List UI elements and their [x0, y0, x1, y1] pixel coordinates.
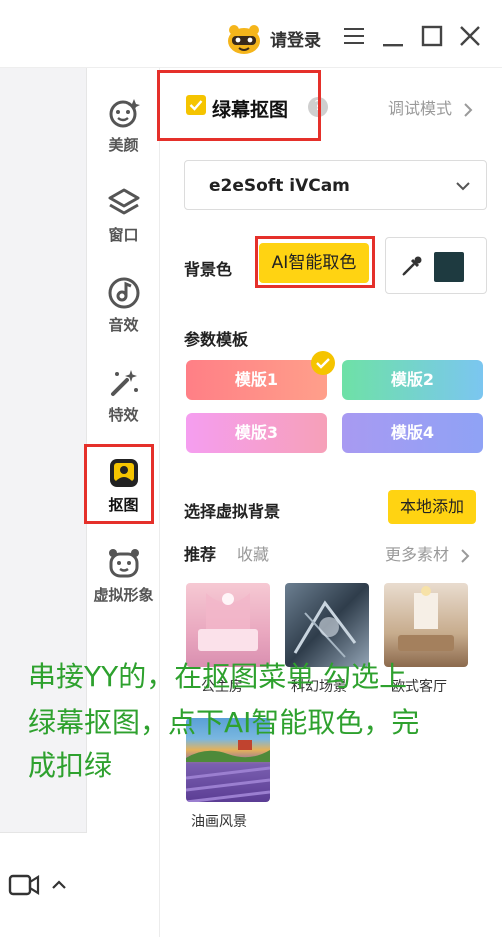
- chevron-right-icon: [464, 102, 473, 117]
- nav-label: 窗口: [108, 226, 139, 244]
- magic-wand-icon: [110, 370, 138, 396]
- template-3-button[interactable]: 模版3: [186, 413, 327, 453]
- tab-recommended[interactable]: 推荐: [184, 541, 216, 565]
- close-icon[interactable]: [456, 22, 484, 50]
- template-1-button[interactable]: 模版1: [186, 360, 327, 400]
- video-camera-icon[interactable]: [8, 871, 40, 899]
- eyedropper-icon[interactable]: [400, 254, 424, 278]
- selected-check-icon: [311, 351, 335, 375]
- template-4-button[interactable]: 模版4: [342, 413, 483, 453]
- add-local-button[interactable]: 本地添加: [388, 490, 476, 524]
- chevron-up-icon[interactable]: [50, 877, 68, 893]
- nav-item-sound[interactable]: 音效: [87, 276, 160, 335]
- tab-favorites[interactable]: 收藏: [237, 541, 269, 565]
- minimize-icon[interactable]: [379, 22, 407, 50]
- nav-item-avatar[interactable]: 虚拟形象: [87, 546, 160, 605]
- picked-color-swatch: [434, 252, 464, 282]
- avatar-icon[interactable]: [226, 22, 262, 56]
- avatar-face-icon: [108, 549, 139, 578]
- nav-item-effects[interactable]: 特效: [87, 366, 160, 425]
- nav-label: 虚拟形象: [93, 586, 154, 604]
- menu-icon[interactable]: [340, 22, 368, 50]
- device-select-value: e2eSoft iVCam: [209, 176, 350, 196]
- highlight-box: [255, 236, 375, 288]
- debug-mode-label: 调试模式: [388, 99, 453, 118]
- chevron-down-icon: [456, 182, 470, 191]
- camera-control[interactable]: [0, 832, 87, 937]
- nav-label: 音效: [108, 316, 139, 334]
- annotation-line: 串接YY的，在抠图菜单 勾选上: [28, 660, 408, 693]
- more-materials-label: 更多素材: [385, 545, 450, 564]
- beauty-icon: [109, 99, 140, 128]
- layers-icon: [108, 188, 139, 215]
- annotation-line: 绿幕抠图，点下AI智能取色，完: [28, 706, 420, 739]
- color-picker[interactable]: [385, 237, 487, 294]
- login-link[interactable]: 请登录: [270, 26, 321, 51]
- nav-item-window[interactable]: 窗口: [87, 186, 160, 245]
- template-2-button[interactable]: 模版2: [342, 360, 483, 400]
- bg-caption: 油画风景: [191, 814, 247, 830]
- device-select[interactable]: e2eSoft iVCam: [184, 160, 487, 210]
- highlight-box: [157, 70, 321, 141]
- sound-icon: [108, 277, 139, 309]
- title-bar: 请登录: [0, 0, 502, 68]
- virtual-bg-label: 选择虚拟背景: [184, 502, 281, 521]
- highlight-box: [84, 444, 154, 524]
- nav-label: 特效: [108, 406, 139, 424]
- more-materials-link[interactable]: 更多素材: [385, 541, 470, 565]
- annotation-line: 成扣绿: [28, 749, 113, 782]
- bg-color-label: 背景色: [184, 260, 233, 279]
- param-template-label: 参数模板: [184, 330, 249, 349]
- nav-item-beauty[interactable]: 美颜: [87, 96, 160, 155]
- nav-label: 美颜: [108, 136, 139, 154]
- maximize-icon[interactable]: [418, 22, 446, 50]
- left-strip: [0, 68, 87, 937]
- chevron-right-icon: [461, 548, 470, 563]
- debug-mode-link[interactable]: 调试模式: [388, 95, 473, 119]
